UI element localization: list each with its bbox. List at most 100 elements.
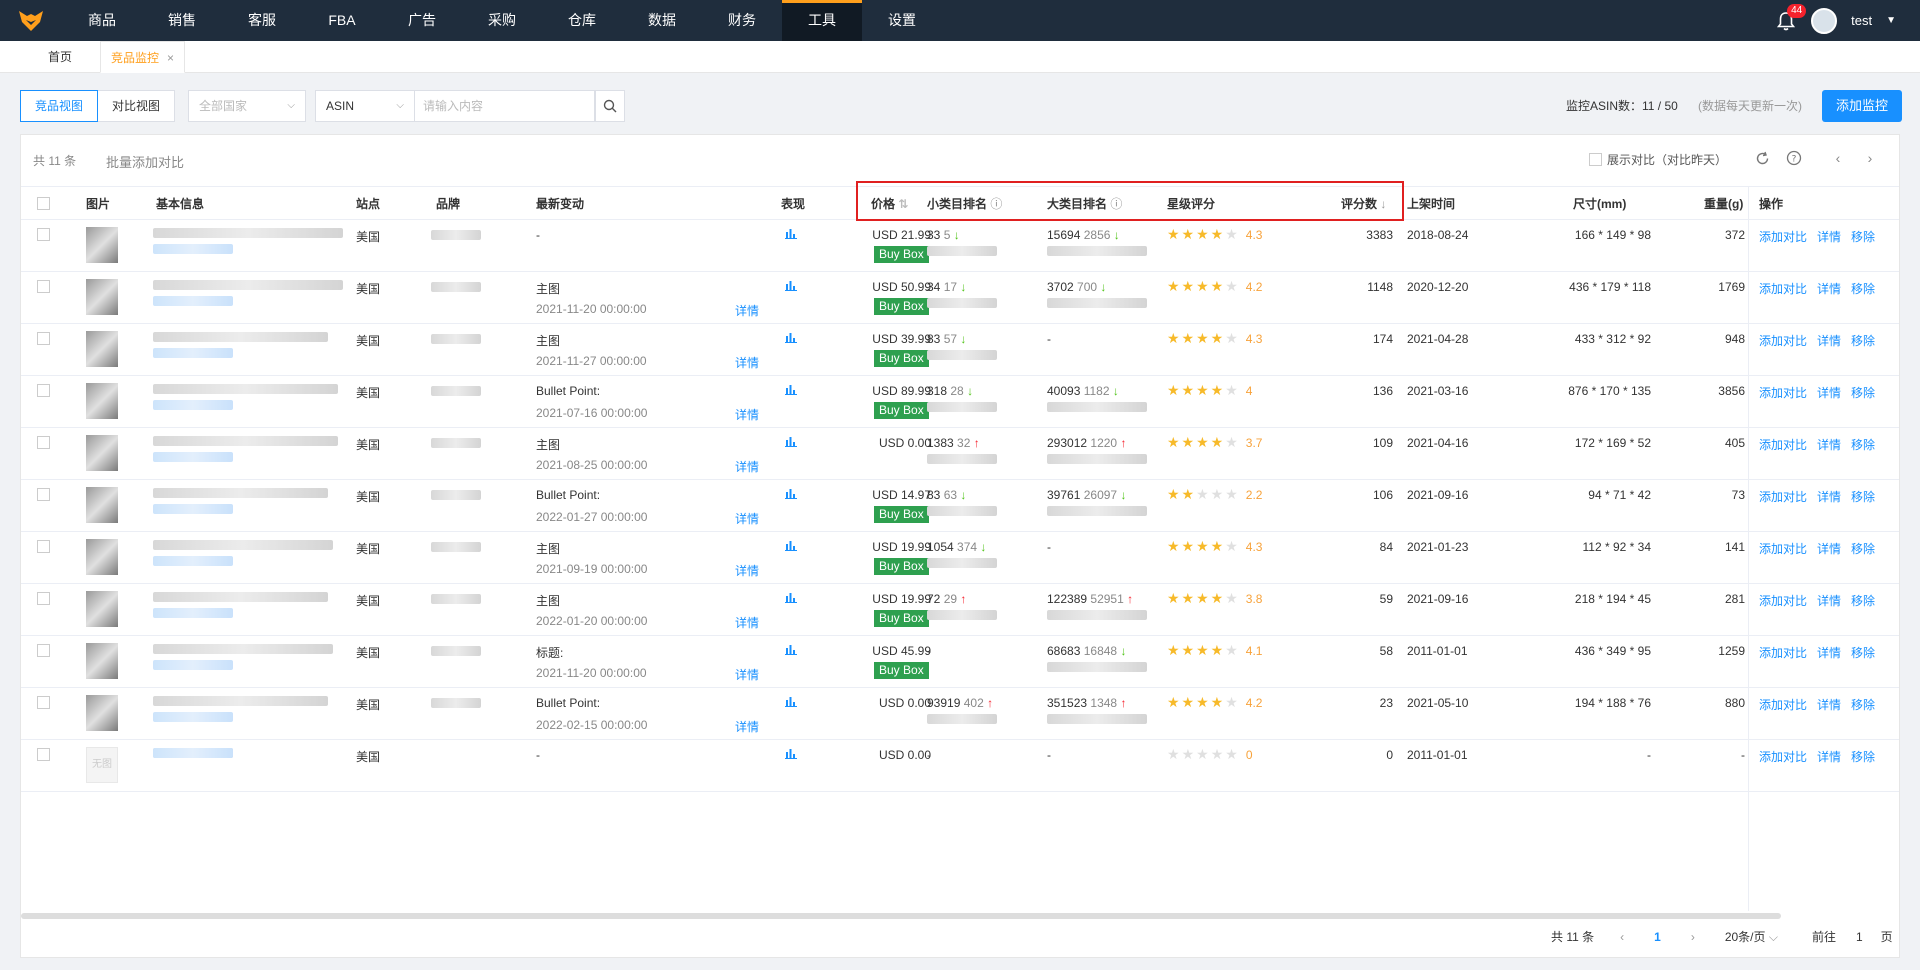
chart-icon[interactable] xyxy=(785,332,797,346)
product-thumbnail[interactable] xyxy=(86,695,118,731)
product-title-blurred[interactable] xyxy=(153,436,338,446)
add-compare-link[interactable]: 添加对比 xyxy=(1759,748,1807,765)
detail-link[interactable]: 详情 xyxy=(1817,592,1841,609)
nav-item-8[interactable]: 财务 xyxy=(702,0,782,41)
select-all-checkbox[interactable] xyxy=(37,197,50,210)
detail-link[interactable]: 详情 xyxy=(1817,540,1841,557)
row-checkbox[interactable] xyxy=(37,592,50,608)
change-detail-link[interactable]: 详情 xyxy=(735,510,759,527)
remove-link[interactable]: 移除 xyxy=(1851,644,1875,661)
detail-link[interactable]: 详情 xyxy=(1817,280,1841,297)
product-asin-blurred[interactable] xyxy=(153,748,233,758)
add-compare-link[interactable]: 添加对比 xyxy=(1759,384,1807,401)
row-checkbox[interactable] xyxy=(37,384,50,400)
chevron-down-icon[interactable]: ▼ xyxy=(1886,15,1896,26)
batch-add-compare-button[interactable]: 批量添加对比 xyxy=(106,152,184,171)
product-thumbnail[interactable] xyxy=(86,435,118,471)
product-title-blurred[interactable] xyxy=(153,696,328,706)
product-thumbnail[interactable] xyxy=(86,383,118,419)
chart-icon[interactable] xyxy=(785,748,797,762)
row-checkbox[interactable] xyxy=(37,488,50,504)
add-compare-link[interactable]: 添加对比 xyxy=(1759,696,1807,713)
remove-link[interactable]: 移除 xyxy=(1851,592,1875,609)
tab-home[interactable]: 首页 xyxy=(38,41,82,73)
checkbox[interactable] xyxy=(1589,153,1602,166)
product-thumbnail[interactable] xyxy=(86,279,118,315)
product-thumbnail[interactable] xyxy=(86,539,118,575)
add-compare-link[interactable]: 添加对比 xyxy=(1759,644,1807,661)
row-checkbox[interactable] xyxy=(37,228,50,244)
pager-next-icon[interactable]: › xyxy=(1691,930,1695,944)
product-view-button[interactable]: 竞品视图 xyxy=(20,90,99,122)
change-detail-link[interactable]: 详情 xyxy=(735,718,759,735)
product-title-blurred[interactable] xyxy=(153,540,333,550)
chart-icon[interactable] xyxy=(785,696,797,710)
chart-icon[interactable] xyxy=(785,540,797,554)
nav-item-9[interactable]: 工具 xyxy=(782,0,862,41)
remove-link[interactable]: 移除 xyxy=(1851,384,1875,401)
row-checkbox[interactable] xyxy=(37,696,50,712)
remove-link[interactable]: 移除 xyxy=(1851,696,1875,713)
product-title-blurred[interactable] xyxy=(153,384,338,394)
remove-link[interactable]: 移除 xyxy=(1851,436,1875,453)
help-icon[interactable]: ⓘ xyxy=(990,197,1002,211)
add-compare-link[interactable]: 添加对比 xyxy=(1759,332,1807,349)
chart-icon[interactable] xyxy=(785,436,797,450)
refresh-icon[interactable] xyxy=(1753,149,1771,167)
product-asin-blurred[interactable] xyxy=(153,452,233,462)
chart-icon[interactable] xyxy=(785,228,797,242)
product-thumbnail[interactable] xyxy=(86,591,118,627)
row-checkbox[interactable] xyxy=(37,748,50,764)
nav-item-1[interactable]: 销售 xyxy=(142,0,222,41)
chart-icon[interactable] xyxy=(785,384,797,398)
product-title-blurred[interactable] xyxy=(153,644,333,654)
nav-item-5[interactable]: 采购 xyxy=(462,0,542,41)
detail-link[interactable]: 详情 xyxy=(1817,384,1841,401)
chevron-right-icon[interactable]: › xyxy=(1861,149,1879,167)
detail-link[interactable]: 详情 xyxy=(1817,228,1841,245)
tab-monitor[interactable]: 竞品监控 × xyxy=(100,41,186,73)
product-title-blurred[interactable] xyxy=(153,228,343,238)
change-detail-link[interactable]: 详情 xyxy=(735,562,759,579)
add-compare-link[interactable]: 添加对比 xyxy=(1759,228,1807,245)
product-thumbnail[interactable] xyxy=(86,227,118,263)
bell-icon[interactable]: 44 xyxy=(1776,3,1807,31)
add-compare-link[interactable]: 添加对比 xyxy=(1759,436,1807,453)
product-thumbnail[interactable] xyxy=(86,331,118,367)
col-price[interactable]: 价格 ⇅ xyxy=(871,187,908,221)
detail-link[interactable]: 详情 xyxy=(1817,696,1841,713)
product-thumbnail[interactable] xyxy=(86,487,118,523)
avatar[interactable] xyxy=(1811,7,1838,34)
product-title-blurred[interactable] xyxy=(153,332,328,342)
chart-icon[interactable] xyxy=(785,644,797,658)
change-detail-link[interactable]: 详情 xyxy=(735,302,759,319)
detail-link[interactable]: 详情 xyxy=(1817,436,1841,453)
row-checkbox[interactable] xyxy=(37,540,50,556)
remove-link[interactable]: 移除 xyxy=(1851,228,1875,245)
add-compare-link[interactable]: 添加对比 xyxy=(1759,488,1807,505)
change-detail-link[interactable]: 详情 xyxy=(735,406,759,423)
product-asin-blurred[interactable] xyxy=(153,608,233,618)
user-name[interactable]: test xyxy=(1851,13,1872,28)
product-title-blurred[interactable] xyxy=(153,488,328,498)
product-title-blurred[interactable] xyxy=(153,592,328,602)
chart-icon[interactable] xyxy=(785,592,797,606)
nav-item-4[interactable]: 广告 xyxy=(382,0,462,41)
change-detail-link[interactable]: 详情 xyxy=(735,458,759,475)
compare-view-button[interactable]: 对比视图 xyxy=(98,90,176,122)
product-asin-blurred[interactable] xyxy=(153,244,233,254)
product-asin-blurred[interactable] xyxy=(153,504,233,514)
product-thumbnail[interactable]: 无图 xyxy=(86,747,118,783)
change-detail-link[interactable]: 详情 xyxy=(735,354,759,371)
product-asin-blurred[interactable] xyxy=(153,296,233,306)
chart-icon[interactable] xyxy=(785,488,797,502)
goto-input[interactable]: 1 xyxy=(1856,930,1863,944)
sort-icon[interactable]: ⇅ xyxy=(898,197,908,211)
help-icon[interactable]: ? xyxy=(1785,149,1803,167)
detail-link[interactable]: 详情 xyxy=(1817,748,1841,765)
row-checkbox[interactable] xyxy=(37,332,50,348)
detail-link[interactable]: 详情 xyxy=(1817,332,1841,349)
remove-link[interactable]: 移除 xyxy=(1851,488,1875,505)
nav-item-10[interactable]: 设置 xyxy=(862,0,942,41)
nav-item-6[interactable]: 仓库 xyxy=(542,0,622,41)
